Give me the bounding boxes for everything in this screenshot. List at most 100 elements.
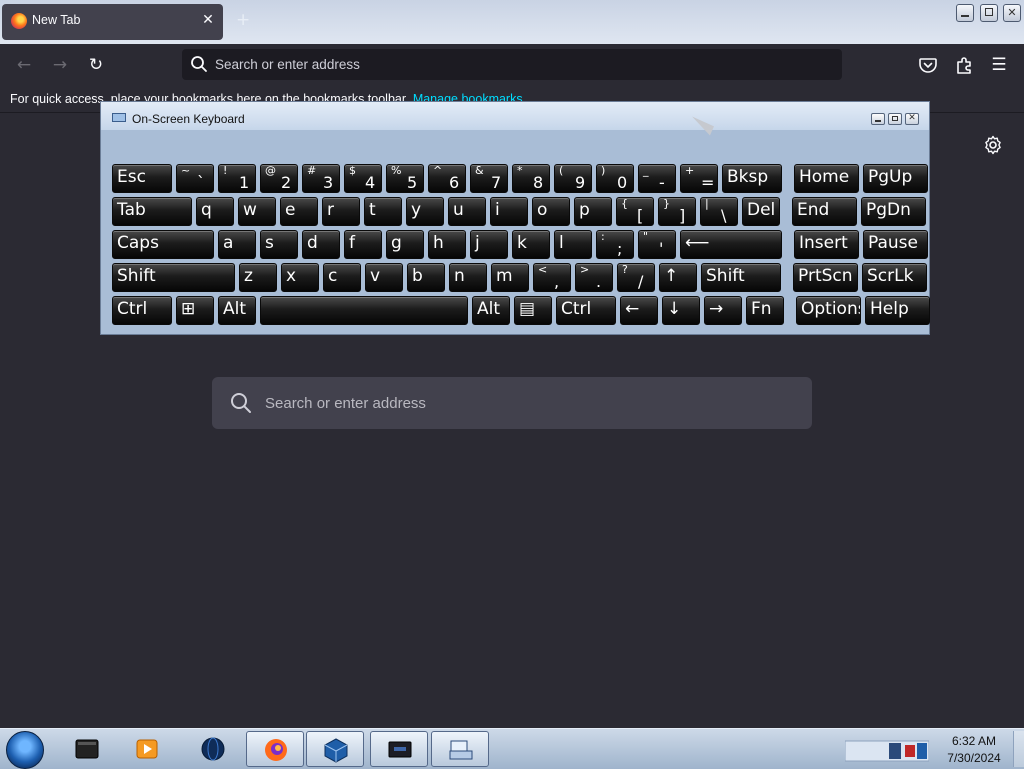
osk-key[interactable]: ⊞: [176, 296, 214, 325]
osk-key[interactable]: #3: [302, 164, 340, 193]
show-desktop-button[interactable]: [1013, 731, 1024, 767]
osk-key[interactable]: t: [364, 197, 402, 226]
osk-key[interactable]: →: [704, 296, 742, 325]
osk-key[interactable]: ScrLk: [862, 263, 927, 292]
osk-key[interactable]: | \: [700, 197, 738, 226]
osk-key[interactable]: <,: [533, 263, 571, 292]
osk-key[interactable]: x: [281, 263, 319, 292]
osk-key[interactable]: * 8: [512, 164, 550, 193]
clock-date[interactable]: 7/30/2024: [936, 751, 1012, 765]
clock-time[interactable]: 6:32 AM: [936, 734, 1012, 748]
osk-key[interactable]: o: [532, 197, 570, 226]
osk-key[interactable]: PrtScn: [793, 263, 858, 292]
osk-key[interactable]: PgDn: [861, 197, 926, 226]
taskbar-item-globe[interactable]: [184, 731, 242, 767]
osk-key[interactable]: Caps: [112, 230, 214, 259]
osk-key[interactable]: m: [491, 263, 529, 292]
osk-key[interactable]: {[: [616, 197, 654, 226]
osk-minimize-button[interactable]: [871, 113, 885, 125]
osk-key[interactable]: e: [280, 197, 318, 226]
osk-key[interactable]: y: [406, 197, 444, 226]
osk-key[interactable]: b: [407, 263, 445, 292]
osk-key[interactable]: ↓: [662, 296, 700, 325]
osk-key[interactable]: ) 0: [596, 164, 634, 193]
notification-tray[interactable]: [841, 731, 936, 767]
osk-key[interactable]: Shift: [701, 263, 781, 292]
osk-close-button[interactable]: [905, 113, 919, 125]
osk-key[interactable]: Pause: [863, 230, 928, 259]
osk-key[interactable]: r: [322, 197, 360, 226]
window-maximize-button[interactable]: [980, 4, 998, 22]
window-minimize-button[interactable]: [956, 4, 974, 22]
osk-key[interactable]: f: [344, 230, 382, 259]
osk-key[interactable]: (9: [554, 164, 592, 193]
osk-key[interactable]: Alt: [218, 296, 256, 325]
osk-key[interactable]: a: [218, 230, 256, 259]
gear-icon[interactable]: [982, 134, 1004, 156]
osk-key[interactable]: w: [238, 197, 276, 226]
osk-key[interactable]: ? /: [617, 263, 655, 292]
osk-key[interactable]: s: [260, 230, 298, 259]
osk-key[interactable]: Alt: [472, 296, 510, 325]
taskbar-item-terminal[interactable]: [58, 731, 116, 767]
osk-key[interactable]: >.: [575, 263, 613, 292]
osk-key[interactable]: d: [302, 230, 340, 259]
osk-key[interactable]: PgUp: [863, 164, 928, 193]
osk-key[interactable]: k: [512, 230, 550, 259]
pocket-icon[interactable]: [917, 54, 939, 76]
forward-button[interactable]: →: [49, 54, 71, 76]
osk-key[interactable]: Fn: [746, 296, 784, 325]
osk-key[interactable]: p: [574, 197, 612, 226]
reload-button[interactable]: ↻: [85, 54, 107, 76]
osk-key[interactable]: i: [490, 197, 528, 226]
osk-key[interactable]: ←: [620, 296, 658, 325]
osk-key[interactable]: :;: [596, 230, 634, 259]
osk-key[interactable]: z: [239, 263, 277, 292]
taskbar-item-firefox[interactable]: [246, 731, 304, 767]
osk-key[interactable]: End: [792, 197, 857, 226]
start-button[interactable]: [6, 731, 44, 769]
osk-key[interactable]: Options: [796, 296, 861, 325]
taskbar-item-display[interactable]: [370, 731, 428, 767]
osk-key[interactable]: ⟵: [680, 230, 782, 259]
osk-key[interactable]: ↑: [659, 263, 697, 292]
back-button[interactable]: ←: [13, 54, 35, 76]
osk-key[interactable]: ^ 6: [428, 164, 466, 193]
osk-key[interactable]: h: [428, 230, 466, 259]
osk-key[interactable]: [260, 296, 468, 325]
osk-key[interactable]: ! 1: [218, 164, 256, 193]
osk-key[interactable]: % 5: [386, 164, 424, 193]
osk-key[interactable]: v: [365, 263, 403, 292]
newtab-search-box[interactable]: Search or enter address: [212, 377, 812, 429]
osk-key[interactable]: Shift: [112, 263, 235, 292]
osk-key[interactable]: Tab: [112, 197, 192, 226]
osk-key[interactable]: ~ `: [176, 164, 214, 193]
osk-key[interactable]: c: [323, 263, 361, 292]
osk-key[interactable]: Help: [865, 296, 930, 325]
tab-new-tab[interactable]: New Tab ✕: [2, 4, 223, 40]
osk-key[interactable]: j: [470, 230, 508, 259]
osk-key[interactable]: g: [386, 230, 424, 259]
osk-key[interactable]: " ': [638, 230, 676, 259]
osk-key[interactable]: l: [554, 230, 592, 259]
osk-titlebar[interactable]: On-Screen Keyboard: [101, 102, 929, 130]
osk-key[interactable]: Bksp: [722, 164, 782, 193]
osk-key[interactable]: Home: [794, 164, 859, 193]
osk-key[interactable]: Ctrl: [112, 296, 172, 325]
osk-maximize-button[interactable]: [888, 113, 902, 125]
osk-key[interactable]: ▤: [514, 296, 552, 325]
osk-key[interactable]: @2: [260, 164, 298, 193]
app-menu-button[interactable]: ☰: [988, 54, 1010, 76]
url-bar[interactable]: Search or enter address: [182, 49, 842, 80]
osk-key[interactable]: Insert: [794, 230, 859, 259]
osk-key[interactable]: Del: [742, 197, 780, 226]
extensions-icon[interactable]: [953, 54, 975, 76]
taskbar-item-on-screen-keyboard[interactable]: [431, 731, 489, 767]
osk-key[interactable]: _ -: [638, 164, 676, 193]
osk-key[interactable]: & 7: [470, 164, 508, 193]
tab-close-button[interactable]: ✕: [200, 11, 216, 29]
window-close-button[interactable]: [1003, 4, 1021, 22]
osk-key[interactable]: + =: [680, 164, 718, 193]
taskbar-item-virtualbox[interactable]: [306, 731, 364, 767]
osk-key[interactable]: Ctrl: [556, 296, 616, 325]
